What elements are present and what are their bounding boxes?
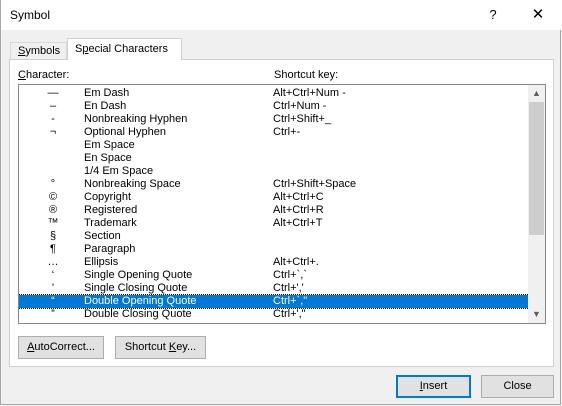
dialog-title: Symbol — [10, 8, 51, 22]
scrollbar-thumb[interactable] — [529, 102, 544, 235]
list-item[interactable]: “ Double Opening Quote Ctrl+`," — [19, 294, 530, 309]
scroll-down-icon[interactable]: ▼ — [528, 306, 545, 323]
insert-button[interactable]: Insert — [396, 375, 471, 398]
scroll-up-icon[interactable]: ▲ — [528, 85, 545, 102]
list-item[interactable]: 1/4 Em Space — [19, 165, 529, 178]
close-button[interactable]: Close — [481, 375, 554, 398]
tab-special-characters[interactable]: Special Characters — [67, 38, 182, 60]
autocorrect-button[interactable]: AutoCorrect... — [18, 336, 104, 359]
character-name-cell: Single Closing Quote — [84, 282, 188, 294]
shortcut-key-cell: Ctrl+Num - — [273, 100, 327, 112]
shortcut-key-cell: Ctrl+`," — [273, 295, 308, 307]
list-item[interactable]: ‘ Single Opening Quote Ctrl+`,` — [19, 269, 529, 282]
character-cell: — — [47, 87, 59, 99]
shortcut-key-cell: Ctrl+',' — [273, 282, 304, 294]
shortcut-key-button[interactable]: Shortcut Key... — [115, 336, 206, 359]
list-item[interactable]: … Ellipsis Alt+Ctrl+. — [19, 256, 529, 269]
shortcut-key-cell: Ctrl+Shift+_ — [273, 113, 332, 125]
character-name-cell: Double Closing Quote — [84, 308, 192, 320]
close-window-icon[interactable]: ✕ — [523, 3, 553, 27]
shortcut-key-cell: Ctrl+Shift+Space — [273, 178, 357, 190]
character-name-cell: En Dash — [84, 100, 127, 112]
character-name-cell: Paragraph — [84, 243, 136, 255]
list-item[interactable]: ¶ Paragraph — [19, 243, 529, 256]
character-cell: § — [49, 230, 57, 242]
shortcut-key-cell: Ctrl+'," — [273, 308, 306, 320]
shortcut-key-cell: Ctrl+- — [273, 126, 301, 138]
shortcut-key-cell: Ctrl+`,` — [273, 269, 307, 281]
character-cell: ‘ — [51, 269, 55, 281]
character-name-cell: 1/4 Em Space — [84, 165, 154, 177]
character-cell: ’ — [51, 282, 55, 294]
tab-symbols[interactable]: Symbols — [10, 42, 67, 59]
tab-special-label: ecial Characters — [88, 43, 168, 55]
character-cell: ™ — [47, 217, 59, 229]
shortcut-key-cell: Alt+Ctrl+R — [273, 204, 324, 216]
title-bar: Symbol ? ✕ — [1, 0, 562, 30]
list-item[interactable]: — Em Dash Alt+Ctrl+Num - — [19, 87, 529, 100]
character-cell: ¬ — [49, 126, 57, 138]
character-header-accel: C — [18, 69, 26, 81]
list-item[interactable]: – En Dash Ctrl+Num - — [19, 100, 529, 113]
list-item[interactable]: ™ Trademark Alt+Ctrl+T — [19, 217, 529, 230]
list-item[interactable]: § Section — [19, 230, 529, 243]
special-characters-list[interactable]: ” Double Closing Quote Ctrl+'," “ Double Ope… — [18, 84, 546, 324]
list-item[interactable]: En Space — [19, 152, 529, 165]
shortcut-key-cell: Alt+Ctrl+Num - — [273, 87, 346, 99]
character-cell: ° — [50, 178, 56, 190]
list-item[interactable]: © Copyright Alt+Ctrl+C — [19, 191, 529, 204]
character-column-header: Character: — [18, 69, 69, 81]
character-name-cell: Single Opening Quote — [84, 269, 193, 281]
list-item[interactable]: ° Nonbreaking Space Ctrl+Shift+Space — [19, 178, 529, 191]
character-cell: ® — [48, 204, 58, 216]
character-cell: – — [49, 100, 57, 112]
insert-label: nsert — [422, 380, 448, 392]
list-item[interactable]: Em Space — [19, 139, 529, 152]
character-cell: © — [48, 191, 58, 203]
character-cell: - — [51, 113, 55, 125]
autocorrect-label: utoCorrect... — [34, 341, 95, 353]
character-name-cell: Nonbreaking Hyphen — [84, 113, 188, 125]
list-item[interactable]: ” Double Closing Quote Ctrl+'," — [19, 308, 529, 321]
character-name-cell: Section — [84, 230, 121, 242]
character-name-cell: Trademark — [84, 217, 137, 229]
character-cell: ¶ — [50, 243, 56, 255]
character-cell: … — [47, 256, 59, 268]
shortcut-column-header: Shortcut key: — [274, 69, 339, 81]
shortcut-key-prefix: Shortcut — [124, 341, 169, 353]
tab-symbols-label: ymbols — [25, 45, 61, 57]
shortcut-key-cell: Alt+Ctrl+C — [273, 191, 324, 203]
shortcut-key-cell: Alt+Ctrl+T — [273, 217, 323, 229]
shortcut-key-cell: Alt+Ctrl+. — [273, 256, 319, 268]
character-name-cell: Em Space — [84, 139, 135, 151]
character-name-cell: Registered — [84, 204, 138, 216]
list-item[interactable]: ® Registered Alt+Ctrl+R — [19, 204, 529, 217]
character-header-label: haracter: — [25, 69, 70, 81]
character-name-cell: Double Opening Quote — [84, 295, 197, 307]
character-name-cell: Optional Hyphen — [84, 126, 166, 138]
character-cell: ” — [51, 308, 55, 320]
shortcut-key-label: ey... — [176, 341, 197, 353]
character-name-cell: En Space — [84, 152, 132, 164]
character-name-cell: Nonbreaking Space — [84, 178, 181, 190]
character-name-cell: Em Dash — [84, 87, 130, 99]
list-item[interactable]: ’ Single Closing Quote Ctrl+',' — [19, 282, 529, 295]
character-cell: “ — [51, 295, 55, 307]
symbol-dialog: Symbol ? ✕ Symbols Special Characters Ch… — [0, 0, 562, 405]
vertical-scrollbar[interactable]: ▲ ▼ — [528, 85, 545, 323]
character-name-cell: Copyright — [84, 191, 132, 203]
character-name-cell: Ellipsis — [84, 256, 119, 268]
list-item[interactable]: - Nonbreaking Hyphen Ctrl+Shift+_ — [19, 113, 529, 126]
help-button[interactable]: ? — [485, 5, 501, 25]
list-item[interactable]: ¬ Optional Hyphen Ctrl+- — [19, 126, 529, 139]
